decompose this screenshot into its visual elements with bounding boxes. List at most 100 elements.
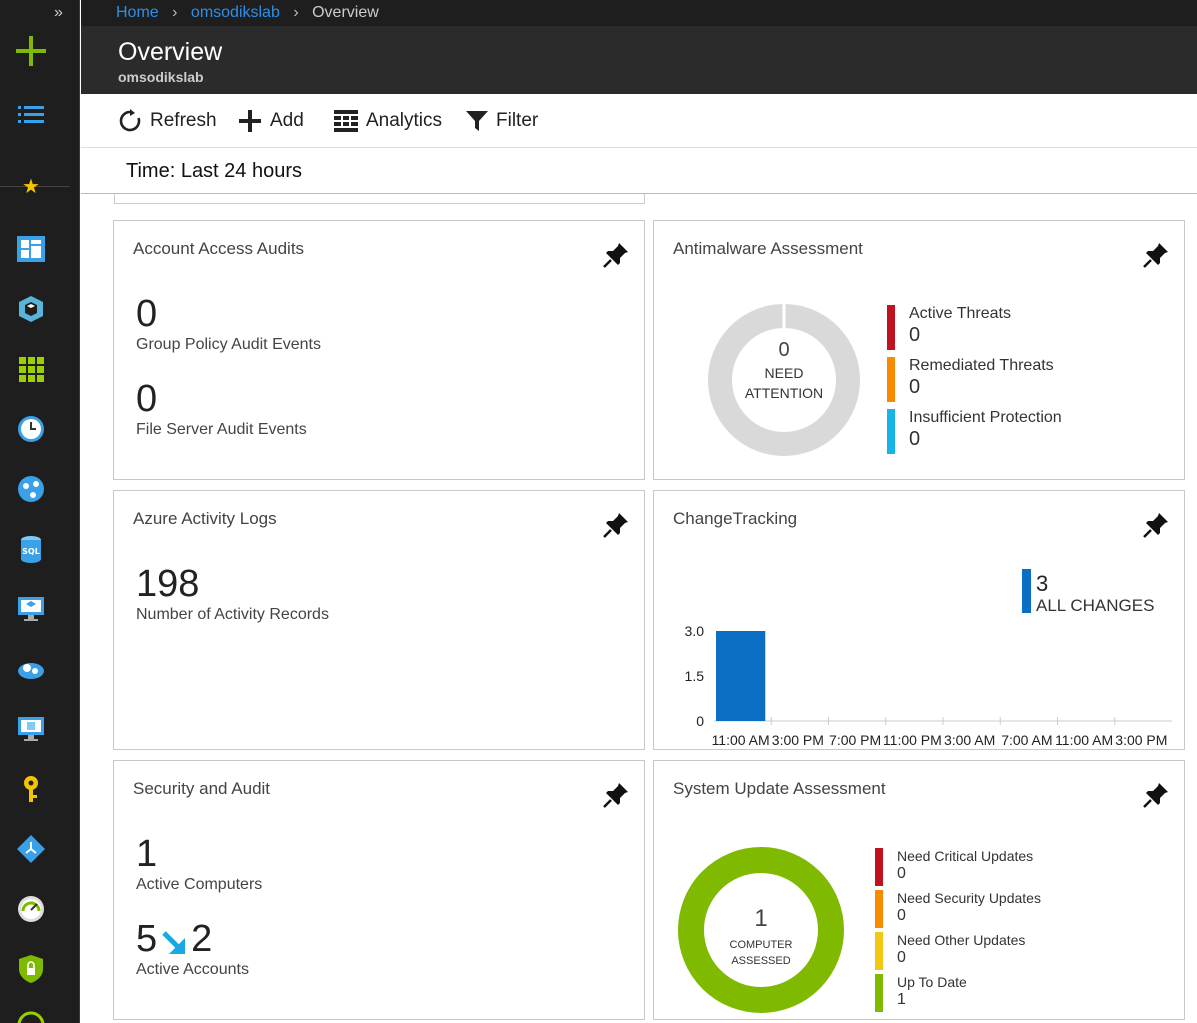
resource-groups-icon[interactable] <box>16 294 46 324</box>
more-services-icon[interactable] <box>16 1010 46 1023</box>
y-tick-label: 0 <box>696 713 704 729</box>
legend-value: 1 <box>897 991 906 1008</box>
time-range-bar[interactable]: Time: Last 24 hours <box>81 148 1197 194</box>
sql-database-icon[interactable]: SQL <box>16 534 46 564</box>
analytics-grid-icon <box>334 110 358 132</box>
legend-value: 0 <box>897 949 906 966</box>
filter-label: Filter <box>496 110 539 131</box>
refresh-label: Refresh <box>150 110 217 131</box>
breadcrumb-current: Overview <box>312 4 379 21</box>
legend-value: 0 <box>909 376 921 398</box>
x-tick-label: 3:00 PM <box>772 732 824 748</box>
tile-change-tracking[interactable]: ChangeTracking 3 ALL CHANGES 3.0 1.5 0 11:0… <box>653 490 1185 750</box>
virtual-machines-icon[interactable] <box>16 594 46 624</box>
recent-clock-icon[interactable] <box>16 414 46 444</box>
change-tracking-bar-chart: 3.01.5011:00 AM 3:00 PM 7:00 PM 11:00 PM 3:0… <box>685 623 1172 748</box>
legend-color-bar <box>875 932 883 970</box>
legend-label: Up To Date <box>897 974 967 990</box>
refresh-button[interactable]: Refresh <box>118 108 217 134</box>
legend-value: 0 <box>909 324 921 346</box>
tile-antimalware-assessment[interactable]: Antimalware Assessment 0 NEED ATTENTION … <box>653 220 1185 480</box>
tile-system-update-assessment[interactable]: System Update Assessment 1 COMPUTER ASSE… <box>653 760 1185 1020</box>
donut-center-label-2: ATTENTION <box>745 385 823 401</box>
pin-icon[interactable] <box>1142 241 1170 269</box>
system-update-donut-chart: 1 COMPUTER ASSESSED <box>678 847 844 1013</box>
legend-label: Need Critical Updates <box>897 848 1034 864</box>
legend-item: Up To Date 1 <box>875 974 967 1012</box>
all-changes-count: 3 <box>1036 571 1049 596</box>
donut-center-value: 1 <box>754 905 767 932</box>
legend-color-bar <box>875 974 883 1012</box>
all-resources-icon[interactable] <box>16 354 46 384</box>
add-button[interactable]: Add <box>238 108 304 134</box>
x-tick-label: 7:00 AM <box>1001 732 1052 748</box>
page-title: Overview <box>118 38 223 66</box>
donut-center-value: 0 <box>778 339 789 361</box>
monitor-vm-icon[interactable] <box>16 714 46 744</box>
legend-color-bar <box>887 357 895 402</box>
tile-account-access-audits[interactable]: Account Access Audits 0 Group Policy Aud… <box>113 220 645 480</box>
tile-title: System Update Assessment <box>673 779 886 798</box>
x-tick-label: 3:00 AM <box>944 732 995 748</box>
refresh-icon <box>119 109 141 132</box>
active-computers-label: Active Computers <box>136 876 263 893</box>
expand-sidebar-icon[interactable]: » <box>54 4 63 22</box>
donut-center-label-1: COMPUTER <box>730 939 793 951</box>
breadcrumb-home-link[interactable]: Home <box>116 4 159 21</box>
tile-title: ChangeTracking <box>673 509 798 528</box>
activity-records-label: Number of Activity Records <box>136 606 329 623</box>
tile-security-and-audit[interactable]: Security and Audit 1 Active Computers 5 … <box>113 760 645 1020</box>
create-resource-icon[interactable] <box>16 36 46 66</box>
app-services-icon[interactable] <box>16 474 46 504</box>
legend-label: Need Other Updates <box>897 932 1026 948</box>
chevron-right-icon: › <box>293 4 299 21</box>
load-balancer-icon[interactable] <box>16 834 46 864</box>
x-tick-label: 3:00 PM <box>1115 732 1167 748</box>
tile-title: Antimalware Assessment <box>673 239 863 258</box>
blade-header: Overview omsodikslab <box>81 26 1197 94</box>
analytics-label: Analytics <box>366 110 443 131</box>
previous-tile-bottom <box>114 194 645 204</box>
legend-value: 0 <box>897 865 906 882</box>
pin-icon[interactable] <box>602 241 630 269</box>
dashboard-icon[interactable] <box>16 234 46 264</box>
analytics-button[interactable]: Analytics <box>334 108 442 134</box>
active-computers-count: 1 <box>136 833 158 875</box>
file-server-count: 0 <box>136 378 158 420</box>
x-tick-label: 11:00 AM <box>712 732 770 748</box>
pin-icon[interactable] <box>1142 511 1170 539</box>
legend-color-bar <box>887 409 895 454</box>
y-tick-label: 1.5 <box>685 668 705 684</box>
breadcrumb-workspace-link[interactable]: omsodikslab <box>191 4 280 21</box>
legend-item: Insufficient Protection 0 <box>887 409 1062 454</box>
tile-azure-activity-logs[interactable]: Azure Activity Logs 198 Number of Activi… <box>113 490 645 750</box>
security-center-shield-icon[interactable] <box>16 954 46 984</box>
legend-label: Insufficient Protection <box>909 409 1062 426</box>
cloud-services-icon[interactable] <box>16 654 46 684</box>
chart-bar[interactable] <box>716 631 766 721</box>
activity-records-count: 198 <box>136 563 200 605</box>
x-tick-label: 7:00 PM <box>829 732 881 748</box>
active-accounts-label: Active Accounts <box>136 961 249 978</box>
favorites-star-icon[interactable]: ★ <box>22 174 40 199</box>
x-tick-label: 11:00 AM <box>1055 732 1113 748</box>
file-server-label: File Server Audit Events <box>136 421 307 438</box>
legend-value: 0 <box>897 907 906 924</box>
pin-icon[interactable] <box>1142 781 1170 809</box>
legend-value: 0 <box>909 428 921 450</box>
breadcrumb: Home › omsodikslab › Overview <box>81 0 1197 26</box>
filter-button[interactable]: Filter <box>466 108 538 134</box>
trend-down-arrow-icon <box>162 930 186 954</box>
active-accounts-current: 2 <box>191 918 213 960</box>
advisor-gauge-icon[interactable] <box>16 894 46 924</box>
legend-color-bar <box>875 848 883 886</box>
key-vault-icon[interactable] <box>16 774 46 804</box>
all-services-icon[interactable] <box>18 104 44 124</box>
pin-icon[interactable] <box>602 511 630 539</box>
legend-item: Need Critical Updates 0 <box>875 848 1033 886</box>
legend-label: Active Threats <box>909 305 1011 322</box>
tile-title: Account Access Audits <box>133 239 305 258</box>
pin-icon[interactable] <box>602 781 630 809</box>
left-nav-sidebar: » ★ SQL <box>0 0 80 1023</box>
x-tick-label: 11:00 PM <box>883 732 942 748</box>
